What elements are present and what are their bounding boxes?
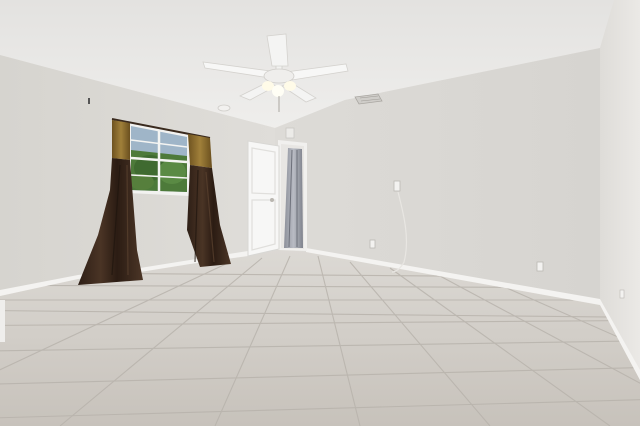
left-edge-object [0, 300, 5, 342]
right-wall-outlet [619, 289, 625, 299]
wall-outlet-mid [369, 239, 376, 249]
empty-room-photo [0, 0, 640, 426]
fan-light [284, 81, 296, 91]
wall-hook [88, 98, 90, 104]
room-illustration [0, 0, 640, 426]
wall-thermostat [285, 127, 295, 139]
open-door [247, 140, 280, 257]
doorway [278, 140, 307, 251]
door-knob [270, 198, 274, 202]
wall-outlet [393, 180, 401, 192]
smoke-detector [217, 104, 231, 112]
fan-light [272, 85, 284, 97]
wall-outlet-low [536, 261, 544, 272]
